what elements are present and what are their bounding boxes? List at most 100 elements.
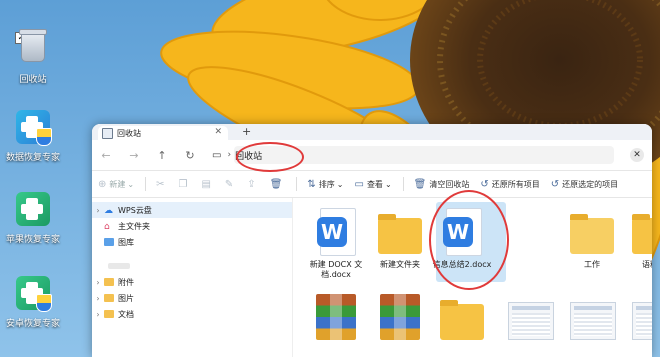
file-item-screenshot[interactable] xyxy=(561,294,623,346)
folder-icon xyxy=(104,310,114,318)
sort-button[interactable]: ⇅ 排序 ⌄ xyxy=(307,179,343,190)
up-arrow-icon[interactable]: ↑ xyxy=(148,149,176,162)
view-icon: ▭ xyxy=(354,178,364,190)
cut-button[interactable]: ✂ xyxy=(156,179,167,190)
paste-button[interactable]: ▤ xyxy=(201,179,213,190)
sidebar-item-redacted[interactable] xyxy=(92,258,292,274)
sidebar-item-label: 图片 xyxy=(118,293,134,303)
file-item-docx[interactable]: W 新建 DOCX 文 档.docx xyxy=(305,208,367,280)
restore-icon: ↺ xyxy=(550,178,560,190)
file-name: 语料资 xyxy=(642,260,652,269)
image-thumbnail-icon xyxy=(632,302,652,340)
blurred-label xyxy=(108,263,130,269)
cloud-icon: ☁ xyxy=(104,206,113,216)
file-item-screenshot[interactable] xyxy=(499,294,561,346)
file-item-archive[interactable] xyxy=(369,294,431,346)
scissors-icon: ✂ xyxy=(156,178,165,190)
data-recovery-app-icon xyxy=(16,110,52,146)
refresh-icon[interactable]: ↻ xyxy=(176,149,204,162)
tab-recycle-bin[interactable]: 回收站 ✕ xyxy=(98,126,228,140)
chevron-right-icon[interactable]: › xyxy=(92,310,104,319)
recycle-bin-icon: ✓ xyxy=(15,29,51,68)
plus-circle-icon: ⊕ xyxy=(98,178,107,190)
file-name: 新建 DOCX 文 xyxy=(309,260,363,269)
chevron-right-icon[interactable]: › xyxy=(92,206,104,215)
file-name-cont: 档.docx xyxy=(321,270,351,279)
folder-icon xyxy=(632,214,652,254)
rename-icon: ✎ xyxy=(224,178,234,190)
sidebar-item-pictures[interactable]: › 图片 xyxy=(92,290,292,306)
address-bar[interactable]: ▭ › 回收站 xyxy=(212,146,614,164)
chevron-right-icon[interactable]: › xyxy=(92,278,104,287)
archive-icon xyxy=(380,294,420,340)
copy-button[interactable]: ❐ xyxy=(178,179,190,190)
sidebar-item-wps-cloud[interactable]: › ☁ WPS云盘 xyxy=(92,202,292,218)
title-bar: 回收站 ✕ + xyxy=(92,124,652,140)
chevron-right-icon[interactable]: › xyxy=(92,294,104,303)
breadcrumb-recycle-bin[interactable]: 回收站 xyxy=(235,149,262,162)
file-item-archive[interactable] xyxy=(305,294,367,346)
command-bar: ⊕ 新建 ⌄ ✂ ❐ ▤ ✎ ⇪ 🗑 ⇅ 排序 ⌄ ▭ 查看 ⌄ 🗑 清空回收站 ↺ 还原所有项… xyxy=(92,170,652,198)
desktop-icon-android-recovery[interactable]: 安卓恢复专家 xyxy=(2,276,64,329)
archive-icon xyxy=(316,294,356,340)
file-item-new-folder[interactable]: 新建文件夹 xyxy=(369,208,431,270)
sidebar-item-documents[interactable]: › 文档 xyxy=(92,306,292,322)
file-item-folder[interactable] xyxy=(431,294,493,346)
image-thumbnail-icon xyxy=(508,302,554,340)
folder-icon xyxy=(104,294,114,302)
sidebar-item-label: WPS云盘 xyxy=(118,205,152,215)
apple-recovery-app-icon xyxy=(16,192,50,226)
restore-all-button[interactable]: ↺ 还原所有项目 xyxy=(480,179,539,190)
android-recovery-app-icon xyxy=(16,276,52,312)
wps-word-icon: W xyxy=(443,208,482,256)
close-icon[interactable]: ✕ xyxy=(630,148,644,162)
blank-file-icon xyxy=(508,210,552,254)
recycle-bin-icon xyxy=(102,127,113,139)
file-item-work-folder[interactable]: 工作 xyxy=(561,208,623,270)
share-icon: ⇪ xyxy=(247,178,256,190)
sidebar-item-attachments[interactable]: › 附件 xyxy=(92,274,292,290)
share-button[interactable]: ⇪ xyxy=(247,179,258,190)
image-thumbnail-icon xyxy=(570,302,616,340)
chevron-right-icon: › xyxy=(227,150,232,160)
file-explorer-window: 回收站 ✕ + ← → ↑ ↻ ▭ › 回收站 ✕ ⊕ 新建 ⌄ ✂ ❐ ▤ ✎ ⇪… xyxy=(92,124,652,357)
desktop-icon-label: 回收站 xyxy=(19,75,47,85)
file-name: 工作 xyxy=(584,260,600,269)
folder-icon xyxy=(570,214,614,254)
new-button[interactable]: ⊕ 新建 ⌄ xyxy=(98,179,134,190)
sidebar-item-label: 附件 xyxy=(118,277,134,287)
navigation-pane: › ☁ WPS云盘 ⌂ 主文件夹 图库 › 附件 › 图片 › 文档 xyxy=(92,198,293,357)
desktop-icon-apple-recovery[interactable]: 苹果恢复专家 xyxy=(2,192,64,245)
desktop-icon-label: 苹果恢复专家 xyxy=(5,235,60,245)
new-tab-button[interactable]: + xyxy=(242,125,251,138)
file-item-partial[interactable]: 语料资 xyxy=(623,208,652,270)
tab-close-icon[interactable]: ✕ xyxy=(214,127,222,137)
sidebar-item-home[interactable]: ⌂ 主文件夹 xyxy=(92,218,292,234)
sort-icon: ⇅ xyxy=(307,178,316,190)
file-item-screenshot[interactable] xyxy=(623,294,652,346)
clipboard-icon: ▤ xyxy=(201,178,211,190)
copy-icon: ❐ xyxy=(178,178,188,190)
desktop-icon-label: 安卓恢复专家 xyxy=(5,319,60,329)
restore-selected-button[interactable]: ↺ 还原选定的项目 xyxy=(551,179,618,190)
sidebar-item-label: 图库 xyxy=(118,237,134,247)
file-item-blank[interactable] xyxy=(499,208,561,260)
sidebar-item-label: 主文件夹 xyxy=(118,221,150,231)
desktop-icon-data-recovery[interactable]: 数据恢复专家 xyxy=(2,110,64,163)
forward-arrow-icon[interactable]: → xyxy=(120,149,148,162)
file-grid: W 新建 DOCX 文 档.docx 新建文件夹 W 信息总结2.docx 工作 xyxy=(293,190,652,357)
view-button[interactable]: ▭ 查看 ⌄ xyxy=(354,179,391,190)
desktop-icon-label: 数据恢复专家 xyxy=(5,153,60,163)
computer-icon[interactable]: ▭ xyxy=(212,150,221,161)
folder-icon xyxy=(440,300,484,340)
rename-button[interactable]: ✎ xyxy=(225,179,236,190)
empty-recycle-bin-button[interactable]: 🗑 清空回收站 xyxy=(414,179,470,190)
file-item-selected-docx[interactable]: W 信息总结2.docx xyxy=(431,202,506,282)
desktop-icon-recycle-bin[interactable]: ✓ 回收站 xyxy=(2,28,64,85)
empty-bin-icon: 🗑 xyxy=(413,178,427,190)
restore-icon: ↺ xyxy=(480,178,489,190)
back-arrow-icon[interactable]: ← xyxy=(92,149,120,162)
sidebar-item-gallery[interactable]: 图库 xyxy=(92,234,292,250)
home-icon: ⌂ xyxy=(104,222,110,232)
delete-button[interactable]: 🗑 xyxy=(270,179,286,190)
